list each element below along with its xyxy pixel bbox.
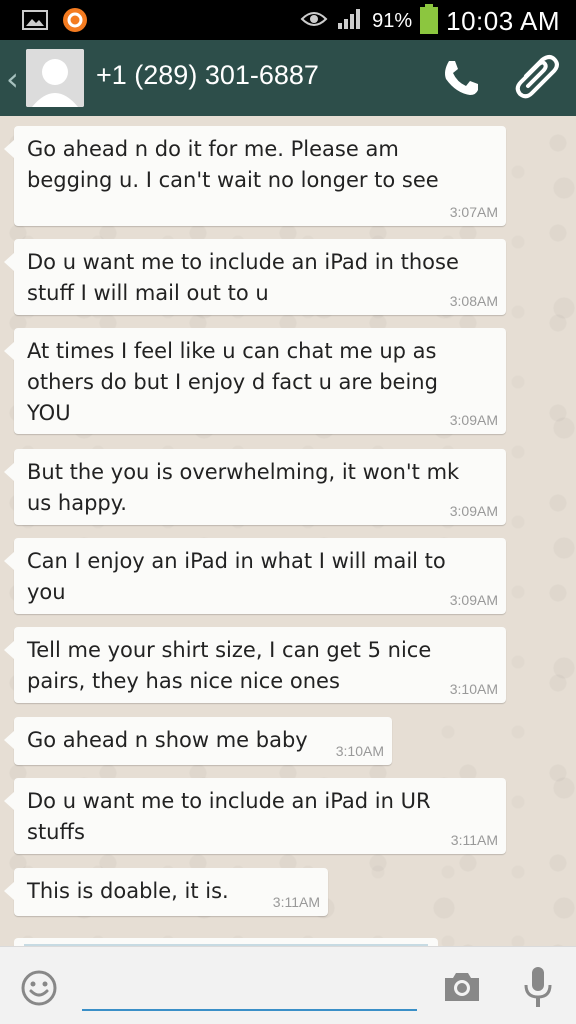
message-bubble[interactable]: At times I feel like u can chat me up as… [4, 328, 506, 434]
message-bubble[interactable]: Do u want me to include an iPad in those… [4, 239, 506, 315]
message-text: But the you is overwhelming, it won't mk… [27, 460, 460, 515]
message-text: Tell me your shirt size, I can get 5 nic… [27, 638, 432, 693]
message-time: 3:08AM [449, 293, 498, 309]
message-text: Go ahead n do it for me. Please am beggi… [27, 137, 439, 192]
attach-button[interactable] [512, 54, 560, 102]
message-bubble[interactable]: But the you is overwhelming, it won't mk… [4, 449, 506, 525]
message-time: 3:07AM [449, 204, 498, 220]
call-button[interactable] [440, 57, 482, 99]
camera-icon [445, 973, 479, 1001]
status-bar: 91% 10:03 AM [0, 0, 576, 40]
message-bubble[interactable]: Go ahead n do it for me. Please am beggi… [4, 126, 506, 226]
phone-call-icon [445, 61, 478, 95]
message-time: 3:10AM [449, 681, 498, 697]
partial-image-message[interactable] [14, 938, 438, 946]
camera-button[interactable] [442, 967, 482, 1007]
battery-percent: 91% [372, 9, 413, 32]
emoji-button[interactable] [20, 969, 58, 1007]
message-time: 3:10AM [335, 743, 384, 759]
compose-bar [0, 946, 576, 1024]
message-time: 3:09AM [449, 503, 498, 519]
message-bubble[interactable]: Go ahead n show me baby 3:10AM [4, 717, 392, 765]
back-chevron-icon[interactable]: ‹ [6, 60, 19, 98]
message-text: Do u want me to include an iPad in those… [27, 250, 459, 305]
eye-icon [300, 9, 328, 33]
message-bubble[interactable]: This is doable, it is. 3:11AM [4, 868, 328, 916]
contact-avatar[interactable] [26, 49, 84, 107]
chat-thread[interactable]: Go ahead n do it for me. Please am beggi… [0, 116, 576, 946]
message-text: This is doable, it is. [27, 879, 229, 903]
clock-time: 10:03 AM [446, 5, 560, 36]
message-bubble[interactable]: Do u want me to include an iPad in UR st… [4, 778, 506, 854]
battery-icon [420, 4, 439, 38]
notification-app-icon [62, 7, 88, 37]
chat-header: ‹ +1 (289) 301-6887 [0, 40, 576, 116]
contact-name[interactable]: +1 (289) 301-6887 [96, 60, 319, 91]
microphone-button[interactable] [522, 965, 554, 1009]
message-time: 3:09AM [449, 412, 498, 428]
gallery-icon [22, 9, 48, 35]
message-bubble[interactable]: Can I enjoy an iPad in what I will mail … [4, 538, 506, 614]
message-bubble[interactable]: Tell me your shirt size, I can get 5 nic… [4, 627, 506, 703]
message-text: At times I feel like u can chat me up as… [27, 339, 438, 425]
message-input[interactable] [82, 967, 417, 1011]
avatar-placeholder-icon [26, 49, 84, 107]
microphone-icon [524, 967, 552, 1007]
message-text: Do u want me to include an iPad in UR st… [27, 789, 431, 844]
message-time: 3:09AM [449, 592, 498, 608]
message-time: 3:11AM [272, 894, 320, 910]
emoji-icon [21, 970, 57, 1006]
message-time: 3:11AM [450, 832, 498, 848]
message-text: Can I enjoy an iPad in what I will mail … [27, 549, 446, 604]
message-text: Go ahead n show me baby [27, 728, 308, 752]
signal-icon [336, 7, 364, 35]
paperclip-icon [515, 55, 559, 99]
